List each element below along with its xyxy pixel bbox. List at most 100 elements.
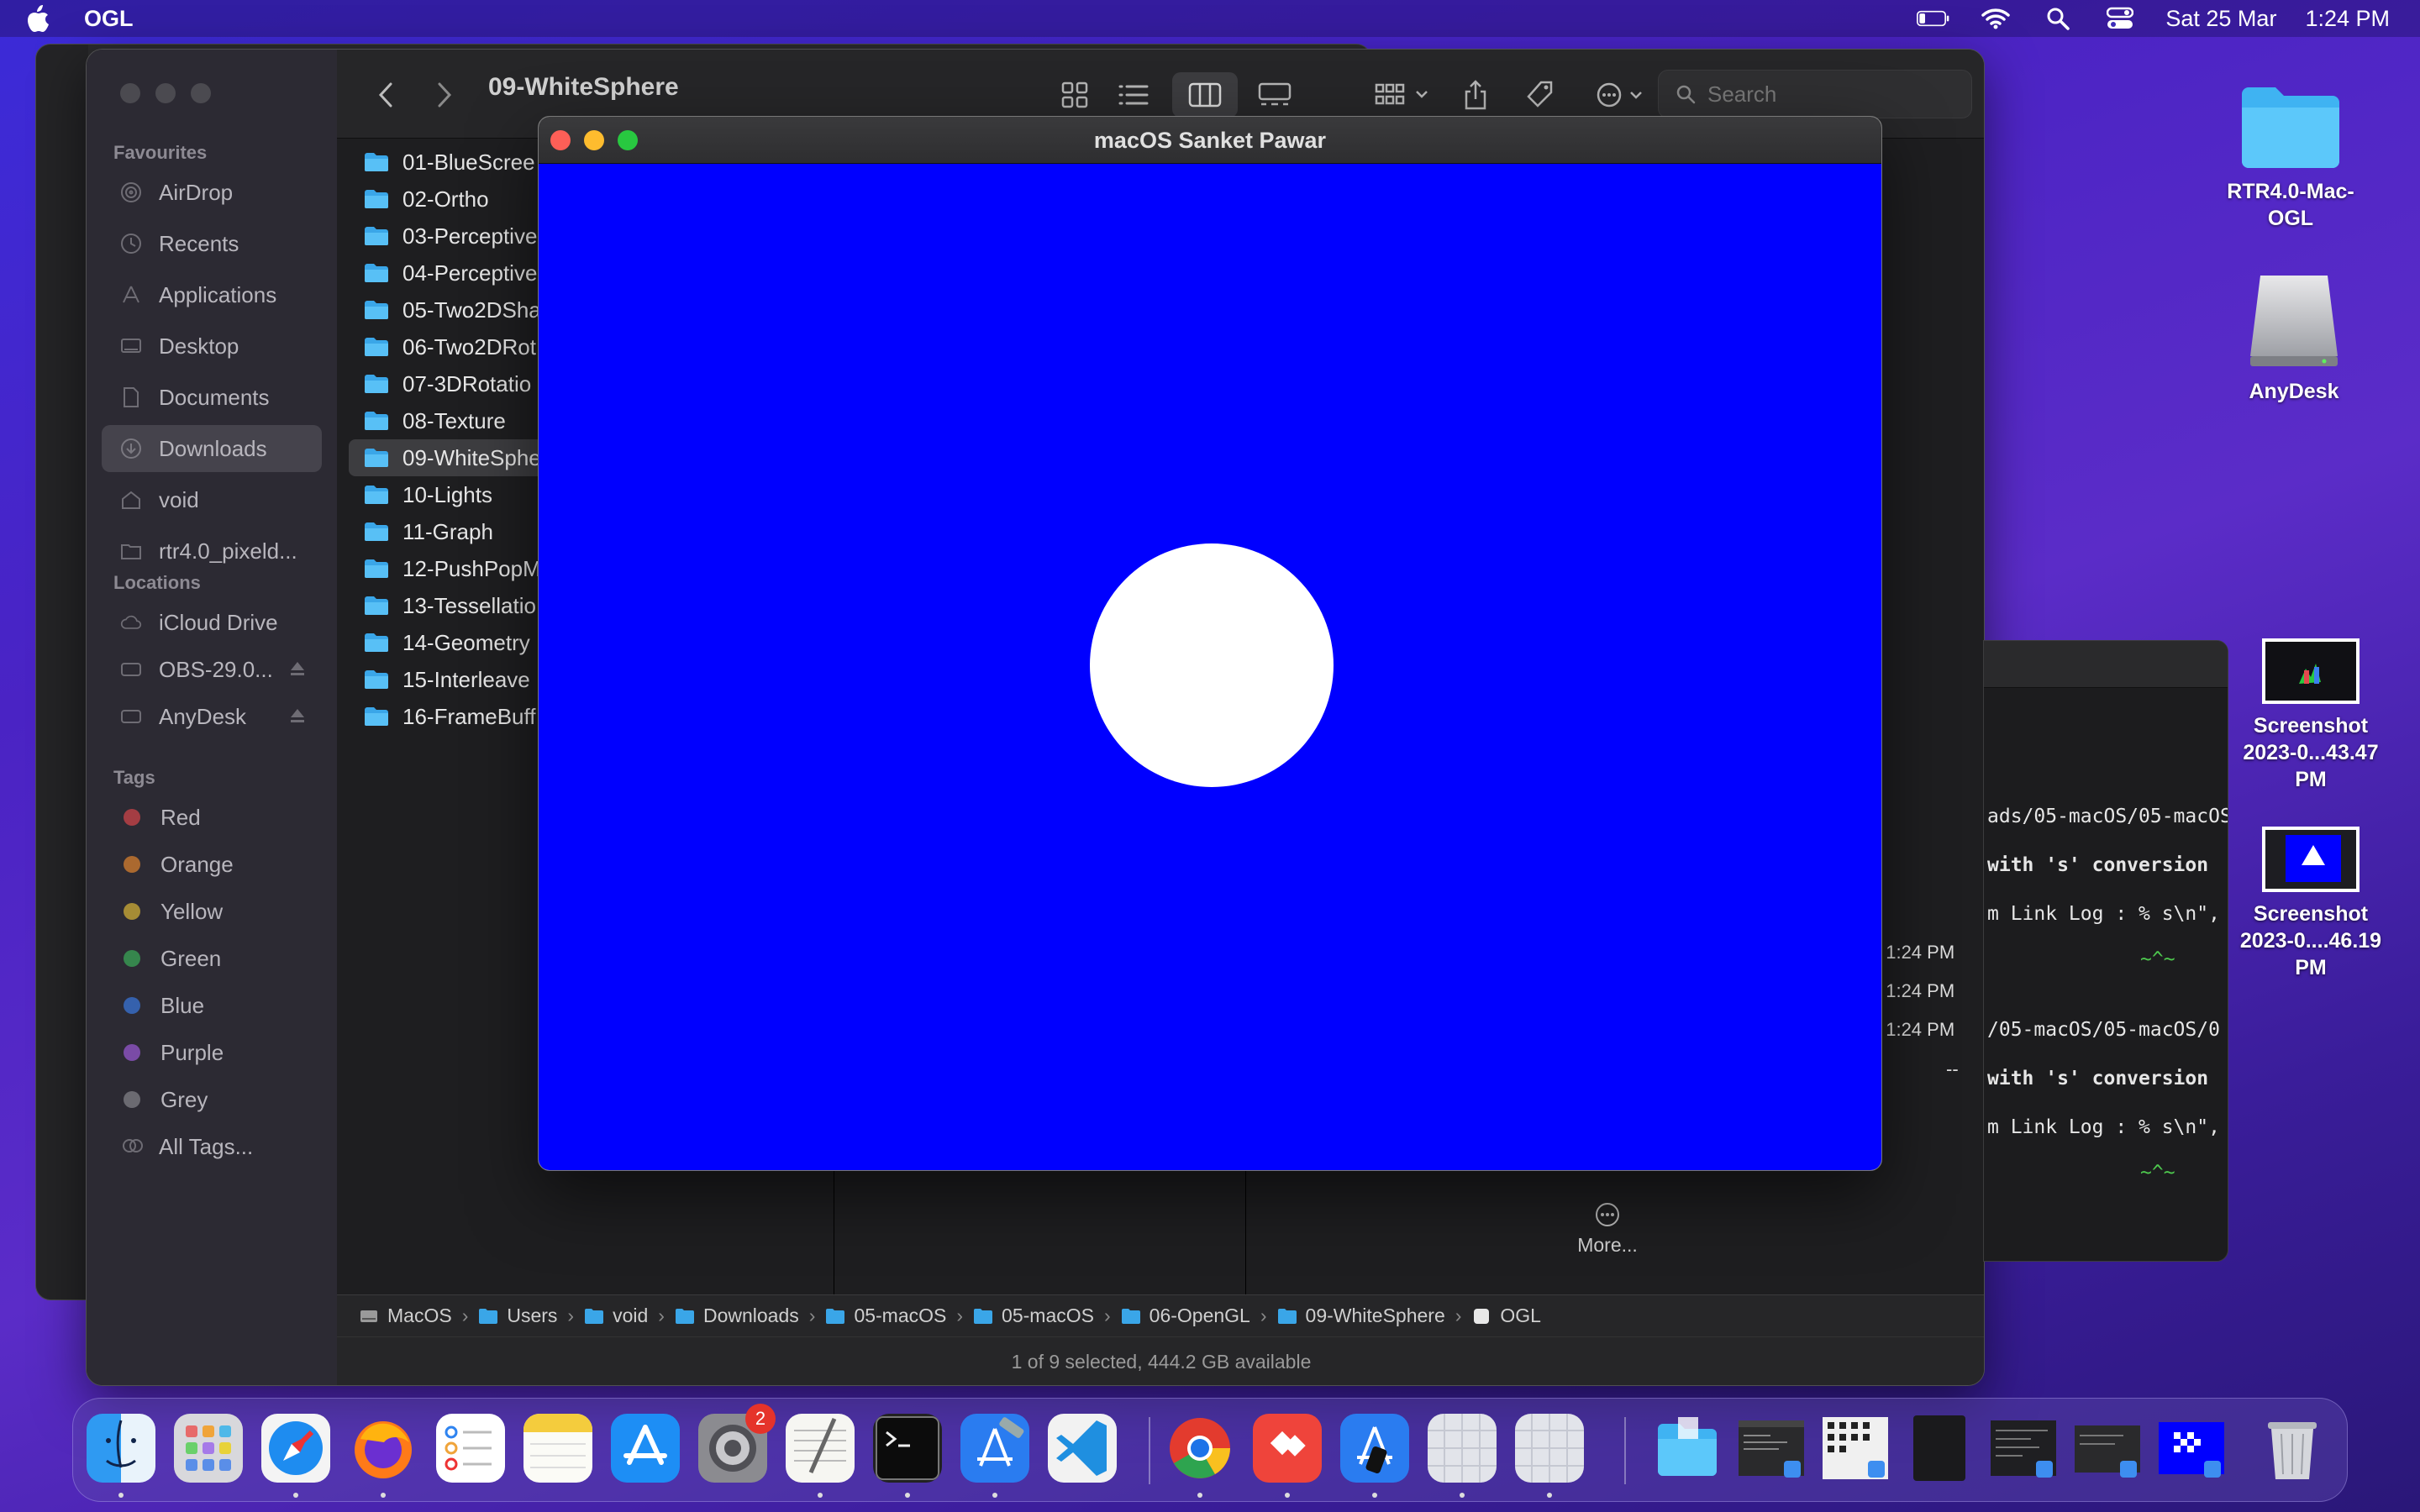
sidebar-tag-yellow[interactable]: Yellow [102, 888, 322, 935]
menubar-time[interactable]: 1:24 PM [2305, 6, 2390, 32]
dock: 2 [72, 1398, 2348, 1502]
preview-more[interactable]: More... [1523, 1200, 1691, 1257]
sidebar-tag-red[interactable]: Red [102, 794, 322, 841]
menu-bar: OGL Sat 25 Mar 1:24 PM [0, 0, 2420, 37]
minimized-window-thumbnail[interactable] [1737, 1414, 1806, 1483]
path-crumb-09-whitesphere[interactable]: 09-WhiteSphere › [1277, 1305, 1472, 1327]
sidebar-tag-orange[interactable]: Orange [102, 841, 322, 888]
desktop-folder-rtr[interactable]: RTR4.0-Mac-OGL [2207, 82, 2375, 232]
eject-icon[interactable] [288, 704, 307, 730]
opengl-window[interactable]: macOS Sanket Pawar [538, 116, 1882, 1171]
sidebar-item-documents[interactable]: Documents [102, 374, 322, 421]
opengl-canvas[interactable] [539, 164, 1881, 1170]
list-view-icon[interactable] [1112, 75, 1155, 115]
firefox-icon[interactable] [349, 1414, 418, 1483]
favourites-heading: Favourites [113, 142, 208, 163]
launchpad-icon[interactable] [174, 1414, 243, 1483]
column-view-icon[interactable] [1172, 72, 1238, 118]
share-icon[interactable] [1455, 75, 1497, 115]
back-button[interactable] [369, 75, 402, 115]
sidebar-item-recents[interactable]: Recents [102, 220, 322, 267]
xcode-icon[interactable] [960, 1414, 1029, 1483]
anydesk-icon[interactable] [1253, 1414, 1322, 1483]
path-crumb-label: 05-macOS [854, 1305, 947, 1326]
tag-icon[interactable] [1518, 75, 1560, 115]
sidebar-item-applications[interactable]: Applications [102, 271, 322, 318]
screenshot-icon [2262, 638, 2360, 704]
sidebar-location-anydesk[interactable]: AnyDesk [102, 693, 322, 740]
terminal-window[interactable]: ads/05-macOS/05-macOS with 's' conversio… [1983, 640, 2228, 1262]
battery-icon[interactable] [1917, 6, 1950, 31]
gallery-view-icon[interactable] [1249, 75, 1300, 115]
menubar-date[interactable]: Sat 25 Mar [2165, 6, 2276, 32]
chrome-icon[interactable] [1165, 1414, 1234, 1483]
sidebar-item-label: AirDrop [159, 179, 234, 205]
minimized-window-thumbnail[interactable] [2157, 1414, 2226, 1483]
forward-button[interactable] [428, 75, 461, 115]
path-crumb-downloads[interactable]: Downloads › [675, 1305, 825, 1327]
terminal-line: with 's' conversion [1987, 854, 2209, 876]
path-crumb-05-macos[interactable]: 05-macOS › [973, 1305, 1121, 1327]
sidebar-item-rtr4-0-pixeld[interactable]: rtr4.0_pixeld... [102, 528, 322, 575]
sidebar-item-void[interactable]: void [102, 476, 322, 523]
app-store-icon[interactable] [611, 1414, 680, 1483]
path-crumb-macos[interactable]: MacOS › [359, 1305, 478, 1327]
vscode-icon[interactable] [1048, 1414, 1117, 1483]
blank-app-icon-2[interactable] [1515, 1414, 1584, 1483]
opengl-window-title: macOS Sanket Pawar [1093, 128, 1327, 153]
group-by-icon[interactable] [1370, 75, 1438, 115]
sidebar-tag-blue[interactable]: Blue [102, 982, 322, 1029]
minimize-button[interactable] [155, 83, 176, 103]
sidebar-item-downloads[interactable]: Downloads [102, 425, 322, 472]
safari-icon[interactable] [261, 1414, 330, 1483]
simulator-icon[interactable] [1340, 1414, 1409, 1483]
sidebar-item-airdrop[interactable]: AirDrop [102, 169, 322, 216]
folder-name: 06-Two2DRot [402, 333, 536, 360]
minimized-window-thumbnail[interactable] [2073, 1414, 2142, 1483]
finder-icon[interactable] [87, 1414, 155, 1483]
zoom-button[interactable] [191, 83, 211, 103]
trash-icon[interactable] [2258, 1414, 2327, 1483]
desktop-screenshot-1[interactable]: Screenshot 2023-0...43.47 PM [2227, 637, 2395, 793]
sidebar-location-icloud-drive[interactable]: iCloud Drive [102, 599, 322, 646]
search-input[interactable] [1707, 81, 1943, 108]
path-crumb-06-opengl[interactable]: 06-OpenGL › [1121, 1305, 1277, 1327]
sidebar-item-label: iCloud Drive [159, 609, 278, 635]
apple-icon[interactable] [25, 4, 50, 33]
blank-app-icon[interactable] [1428, 1414, 1497, 1483]
search-field[interactable] [1658, 70, 1972, 118]
app-name-menu[interactable]: OGL [84, 6, 134, 32]
reminders-icon[interactable] [436, 1414, 505, 1483]
wifi-icon[interactable] [1979, 6, 2012, 31]
downloads-stack-icon[interactable] [1653, 1414, 1722, 1483]
folder-name: 13-Tessellatio [402, 592, 536, 618]
path-crumb-ogl[interactable]: OGL [1471, 1305, 1541, 1327]
desktop-disk-label: AnyDesk [2249, 380, 2339, 403]
tag-label: All Tags... [159, 1133, 254, 1159]
minimized-window-thumbnail[interactable] [1821, 1414, 1890, 1483]
sidebar-tag-green[interactable]: Green [102, 935, 322, 982]
sidebar-item-desktop[interactable]: Desktop [102, 323, 322, 370]
path-crumb-05-macos[interactable]: 05-macOS › [825, 1305, 973, 1327]
terminal-icon[interactable] [873, 1414, 942, 1483]
minimized-window-thumbnail[interactable] [1905, 1414, 1974, 1483]
control-center-icon[interactable] [2103, 6, 2137, 31]
icon-view-icon[interactable] [1053, 75, 1097, 115]
more-actions-icon[interactable] [1591, 75, 1655, 115]
textedit-icon[interactable] [786, 1414, 855, 1483]
eject-icon[interactable] [288, 657, 307, 683]
path-crumb-void[interactable]: void › [584, 1305, 675, 1327]
sidebar-tag-purple[interactable]: Purple [102, 1029, 322, 1076]
sidebar-tag-all-tags[interactable]: All Tags... [102, 1123, 322, 1170]
minimized-window-thumbnail[interactable] [1989, 1414, 2058, 1483]
folder-icon [1121, 1308, 1150, 1325]
close-button[interactable] [120, 83, 140, 103]
sidebar-tag-grey[interactable]: Grey [102, 1076, 322, 1123]
sidebar-location-obs-29-0[interactable]: OBS-29.0... [102, 646, 322, 693]
spotlight-icon[interactable] [2041, 6, 2075, 31]
dock-separator [1624, 1417, 1626, 1484]
desktop-anydesk-disk[interactable]: AnyDesk [2210, 270, 2378, 405]
desktop-screenshot-2[interactable]: Screenshot 2023-0....46.19 PM [2227, 825, 2395, 981]
path-crumb-users[interactable]: Users › [478, 1305, 584, 1327]
notes-icon[interactable] [523, 1414, 592, 1483]
